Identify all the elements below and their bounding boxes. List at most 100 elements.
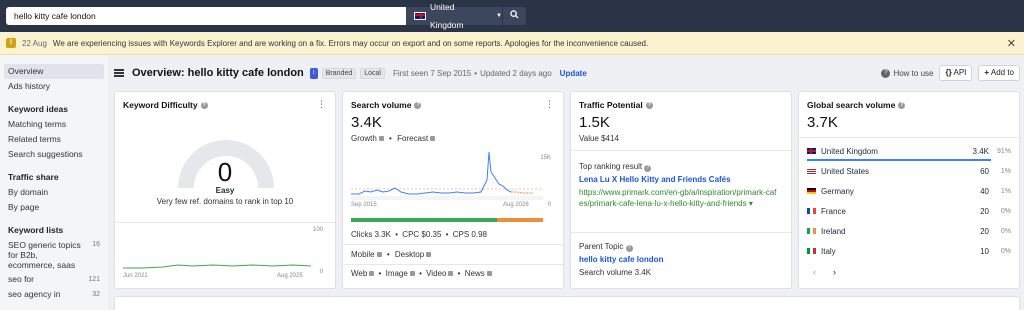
germany-flag-icon bbox=[807, 188, 816, 194]
page-title: Overview: hello kitty cafe london bbox=[132, 67, 304, 79]
list-name: SEO generic topics for B2b, ecommerce, s… bbox=[8, 240, 81, 270]
how-to-use-label: How to use bbox=[893, 68, 934, 78]
country-percent: 0% bbox=[1000, 207, 1011, 215]
difficulty-history-chart bbox=[123, 264, 312, 269]
how-to-use-link[interactable]: ? How to use bbox=[881, 68, 934, 78]
parent-topic-text: Parent Topic bbox=[579, 242, 624, 251]
tag-branded: Branded bbox=[321, 67, 357, 79]
chevron-left-icon[interactable]: ‹ bbox=[813, 267, 816, 277]
axis-date-start: Jun 2021 bbox=[123, 273, 148, 279]
card-title: Global search volume ? bbox=[807, 100, 906, 110]
warning-banner: ! 22 Aug We are experiencing issues with… bbox=[0, 32, 1024, 55]
global-volume-value: 3.7K bbox=[807, 114, 838, 131]
country-percent: 0% bbox=[1000, 227, 1011, 235]
country-row[interactable]: United Kingdom 3.4K 91% bbox=[807, 141, 1011, 161]
lock-icon bbox=[448, 271, 454, 277]
axis-min-label: 0 bbox=[319, 269, 323, 275]
uk-flag-icon bbox=[414, 12, 426, 20]
global-search-volume-card: Global search volume ? 3.7K United Kingd… bbox=[798, 91, 1020, 289]
question-icon[interactable]: ? bbox=[200, 101, 208, 109]
country-select[interactable]: United Kingdom ▼ bbox=[406, 2, 502, 30]
web-label[interactable]: Web bbox=[351, 269, 367, 278]
sidebar-list-item[interactable]: seo agency in 32 bbox=[0, 287, 108, 302]
lock-icon bbox=[409, 271, 415, 277]
keyword-search-input[interactable]: hello kitty cafe london bbox=[6, 7, 406, 25]
card-title: Traffic Potential ? bbox=[579, 100, 653, 110]
more-options-icon[interactable]: ⋮ bbox=[317, 99, 326, 110]
question-icon[interactable]: ? bbox=[644, 165, 652, 172]
divider bbox=[799, 137, 1019, 138]
api-label: API bbox=[953, 68, 967, 77]
parent-topic-volume: Search volume 3.4K bbox=[579, 268, 652, 277]
parent-topic-label: Parent Topic ? bbox=[579, 242, 633, 252]
sidebar-item-matching-terms[interactable]: Matching terms bbox=[0, 117, 108, 132]
api-button[interactable]: {} API bbox=[939, 65, 973, 81]
question-icon[interactable]: ? bbox=[414, 101, 422, 109]
click-share-fill bbox=[351, 218, 497, 222]
growth-forecast-row: Growth • Forecast bbox=[351, 134, 436, 143]
more-options-icon[interactable]: ⋮ bbox=[545, 99, 554, 110]
country-volume: 20 bbox=[980, 206, 989, 216]
axis-date-start: Sep 2015 bbox=[351, 202, 377, 208]
header-actions: ? How to use {} API + Add to bbox=[881, 65, 1020, 81]
question-icon[interactable]: ? bbox=[645, 101, 653, 109]
click-metrics-row: Clicks 3.3K • CPC $0.35 • CPS 0.98 bbox=[351, 230, 487, 239]
parent-topic-link[interactable]: hello kitty cafe london bbox=[579, 255, 663, 264]
first-seen: First seen 7 Sep 2015 bbox=[392, 68, 472, 78]
menu-icon[interactable] bbox=[114, 69, 124, 77]
add-to-button[interactable]: + Add to bbox=[978, 65, 1020, 81]
top-ranking-url[interactable]: https://www.primark.com/en-gb/a/inspirat… bbox=[579, 187, 779, 209]
banner-message: We are experiencing issues with Keywords… bbox=[52, 38, 649, 48]
country-row[interactable]: France 20 0% bbox=[807, 201, 1011, 221]
top-ranking-url-text: https://www.primark.com/en-gb/a/inspirat… bbox=[579, 188, 777, 208]
top-ranking-title-link[interactable]: Lena Lu X Hello Kitty and Friends Cafés bbox=[579, 175, 731, 184]
question-icon[interactable]: ? bbox=[898, 101, 906, 109]
image-label[interactable]: Image bbox=[386, 269, 408, 278]
traffic-value: Value $414 bbox=[579, 134, 619, 143]
divider bbox=[571, 150, 791, 151]
country-volume: 40 bbox=[980, 186, 989, 196]
country-row[interactable]: Ireland 20 0% bbox=[807, 221, 1011, 241]
code-braces-icon: {} bbox=[945, 68, 952, 77]
sidebar-list-item[interactable]: SEO generic topics for B2b, ecommerce, s… bbox=[0, 238, 108, 272]
country-row[interactable]: Germany 40 1% bbox=[807, 181, 1011, 201]
axis-min-label: 0 bbox=[547, 202, 551, 208]
country-row[interactable]: Italy 10 0% bbox=[807, 241, 1011, 261]
country-name: United Kingdom bbox=[821, 146, 878, 156]
keyword-ideas-card bbox=[114, 296, 1020, 310]
sidebar-item-by-domain[interactable]: By domain bbox=[0, 185, 108, 200]
mobile-label[interactable]: Mobile bbox=[351, 250, 375, 259]
country-name: Ireland bbox=[821, 226, 846, 236]
country-name: United States bbox=[821, 166, 870, 176]
country-name: France bbox=[821, 206, 846, 216]
sidebar-item-overview[interactable]: Overview bbox=[4, 64, 104, 79]
country-volume: 10 bbox=[980, 246, 989, 256]
country-select-label: United Kingdom bbox=[429, 2, 464, 30]
clicks-value: Clicks 3.3K bbox=[351, 230, 392, 239]
sidebar-item-related-terms[interactable]: Related terms bbox=[0, 132, 108, 147]
forecast-label[interactable]: Forecast bbox=[397, 134, 428, 143]
sidebar-item-ads-history[interactable]: Ads history bbox=[0, 79, 108, 94]
axis-date-end: Aug 2026 bbox=[503, 202, 529, 208]
chevron-right-icon[interactable]: › bbox=[833, 267, 836, 277]
question-icon[interactable]: ? bbox=[625, 245, 633, 252]
caret-down-icon[interactable]: ▾ bbox=[749, 199, 753, 208]
sidebar-heading-keyword-lists: Keyword lists bbox=[8, 225, 64, 235]
sidebar-item-by-page[interactable]: By page bbox=[0, 200, 108, 215]
growth-label[interactable]: Growth bbox=[351, 134, 377, 143]
lock-icon bbox=[378, 136, 384, 142]
update-link[interactable]: Update bbox=[560, 69, 587, 78]
france-flag-icon bbox=[807, 208, 816, 214]
close-icon[interactable]: ✕ bbox=[1007, 37, 1016, 50]
divider bbox=[571, 232, 791, 233]
video-label[interactable]: Video bbox=[426, 269, 446, 278]
warning-icon: ! bbox=[6, 38, 16, 48]
sidebar-item-search-suggestions[interactable]: Search suggestions bbox=[0, 147, 108, 162]
news-label[interactable]: News bbox=[465, 269, 485, 278]
search-button[interactable] bbox=[503, 7, 526, 25]
sidebar-list-item[interactable]: seo for 121 bbox=[0, 272, 108, 287]
search-volume-card: Search volume ? ⋮ 3.4K Growth • Forecast… bbox=[342, 91, 564, 289]
desktop-label[interactable]: Desktop bbox=[395, 250, 424, 259]
info-icon[interactable]: i bbox=[309, 67, 318, 79]
country-row[interactable]: United States 60 1% bbox=[807, 161, 1011, 181]
